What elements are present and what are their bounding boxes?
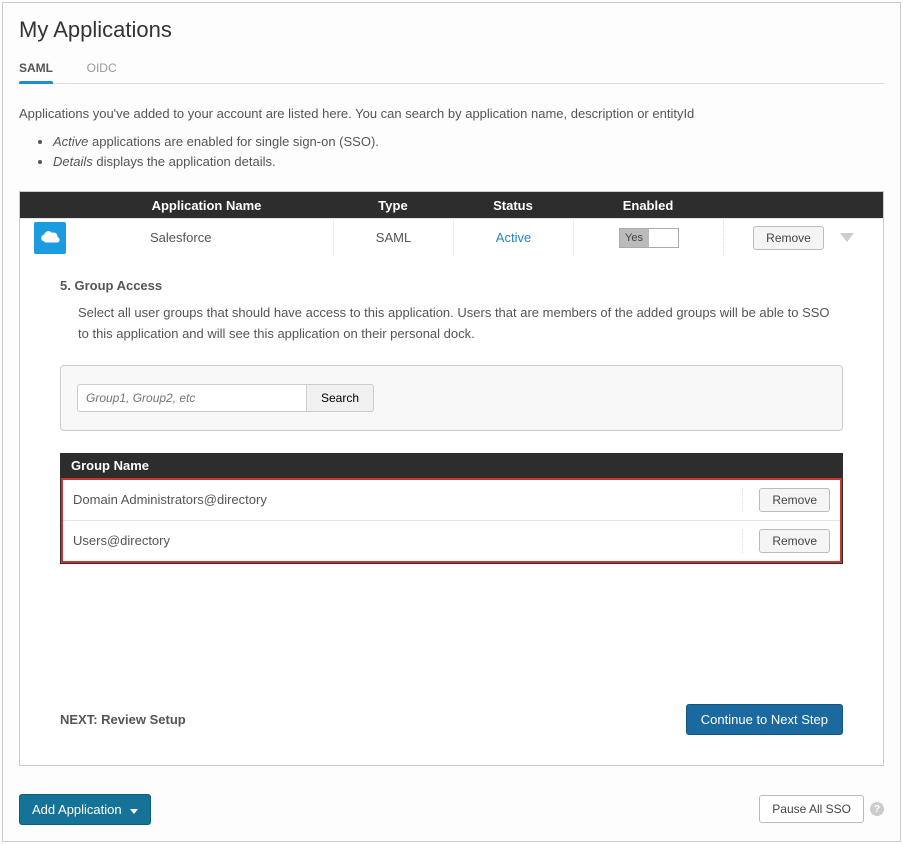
table-row: Domain Administrators@directory Remove [63, 480, 840, 520]
applications-panel: Application Name Type Status Enabled Sal… [19, 191, 884, 766]
group-name: Domain Administrators@directory [73, 492, 267, 507]
intro-bullets: Active applications are enabled for sing… [53, 132, 884, 174]
expand-caret-icon[interactable] [840, 233, 854, 242]
application-row: Salesforce SAML Active Yes Remove [20, 218, 883, 256]
col-header-type: Type [333, 198, 453, 213]
step-heading: 5. Group Access [60, 278, 843, 293]
protocol-tabs: SAML OIDC [19, 55, 884, 84]
salesforce-cloud-icon [34, 222, 66, 254]
group-table: Group Name Domain Administrators@directo… [60, 453, 843, 564]
next-step-label: NEXT: Review Setup [60, 712, 186, 727]
group-search-input[interactable] [77, 384, 307, 412]
remove-group-button[interactable]: Remove [759, 488, 830, 512]
step-description: Select all user groups that should have … [78, 303, 843, 345]
help-icon[interactable]: ? [870, 802, 884, 816]
group-name: Users@directory [73, 533, 170, 548]
continue-button[interactable]: Continue to Next Step [686, 704, 843, 735]
intro-em: Details [53, 154, 93, 169]
applications-table-header: Application Name Type Status Enabled [20, 192, 883, 218]
intro-text: Applications you've added to your accoun… [19, 104, 884, 124]
next-step-row: NEXT: Review Setup Continue to Next Step [60, 704, 843, 735]
enabled-toggle-label: Yes [620, 229, 649, 247]
app-name: Salesforce [80, 230, 333, 245]
app-type: SAML [333, 219, 453, 256]
intro-em: Active [53, 134, 88, 149]
col-header-status: Status [453, 198, 573, 213]
add-application-label: Add Application [32, 802, 122, 817]
group-search-button[interactable]: Search [307, 384, 374, 412]
tab-oidc[interactable]: OIDC [87, 55, 117, 83]
tab-saml[interactable]: SAML [19, 55, 53, 83]
remove-app-button[interactable]: Remove [753, 226, 824, 250]
intro-rest: displays the application details. [93, 154, 276, 169]
application-expanded-body: 5. Group Access Select all user groups t… [20, 256, 883, 765]
chevron-down-icon [128, 802, 138, 817]
enabled-toggle[interactable]: Yes [619, 228, 679, 248]
col-header-enabled: Enabled [573, 198, 723, 213]
group-rows-highlight: Domain Administrators@directory Remove U… [61, 478, 842, 563]
group-search-panel: Search [60, 365, 843, 431]
pause-all-sso-button[interactable]: Pause All SSO [759, 795, 864, 823]
footer-bar: Add Application Pause All SSO ? [19, 794, 884, 825]
enabled-toggle-knob [649, 229, 678, 247]
intro-bullet: Active applications are enabled for sing… [53, 132, 884, 153]
group-table-header: Group Name [61, 453, 842, 478]
intro-rest: applications are enabled for single sign… [88, 134, 379, 149]
intro-bullet: Details displays the application details… [53, 152, 884, 173]
col-header-name: Application Name [80, 198, 333, 213]
table-row: Users@directory Remove [63, 520, 840, 561]
page-title: My Applications [19, 17, 884, 43]
remove-group-button[interactable]: Remove [759, 529, 830, 553]
app-status-link[interactable]: Active [496, 230, 531, 245]
add-application-button[interactable]: Add Application [19, 794, 151, 825]
